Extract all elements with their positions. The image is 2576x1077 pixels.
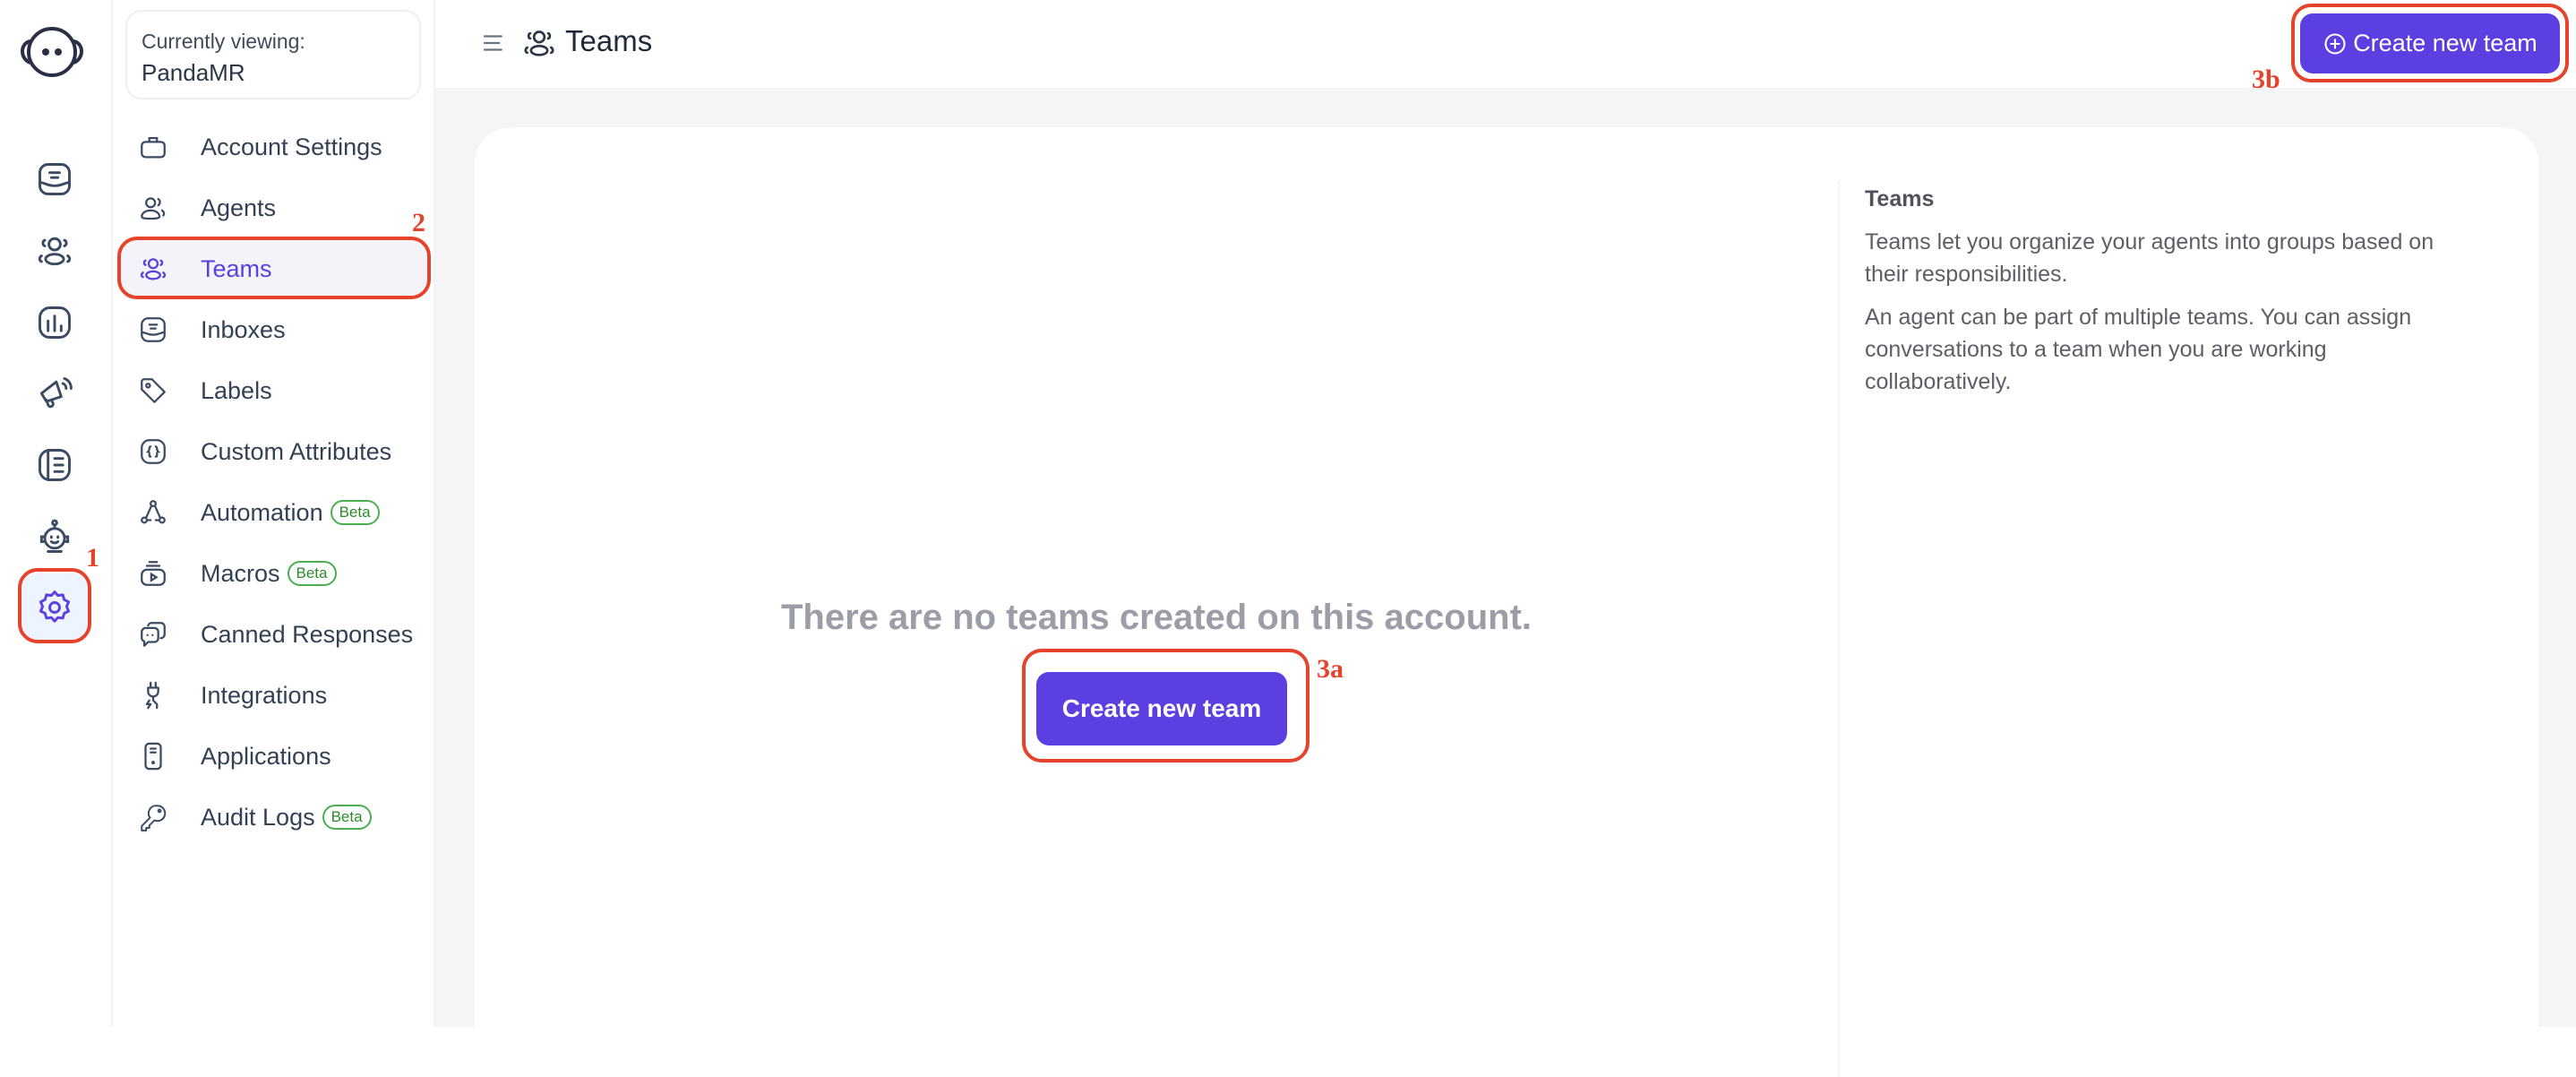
info-paragraph: An agent can be part of multiple teams. …: [1865, 305, 2412, 394]
sidebar-item-label: Integrations: [201, 681, 328, 709]
account-name: PandaMR: [142, 59, 245, 86]
sidebar-item-automation[interactable]: Automation Beta: [118, 482, 426, 543]
sidebar-item-labels[interactable]: Labels: [118, 360, 426, 421]
braces-icon: [141, 439, 166, 464]
primary-icon-rail: [0, 0, 113, 1027]
sidebar-item-account-settings[interactable]: Account Settings: [118, 116, 426, 177]
beta-badge: Beta: [330, 500, 380, 525]
megaphone-icon: [39, 377, 73, 409]
info-paragraph: Teams let you organize your agents into …: [1865, 229, 2434, 287]
sidebar-item-integrations[interactable]: Integrations: [118, 665, 426, 726]
annotation-box-teams: [117, 237, 431, 299]
account-label: Currently viewing:: [142, 30, 305, 53]
inbox-icon: [141, 317, 166, 342]
teams-icon: [524, 30, 554, 56]
sidebar-item-macros[interactable]: Macros Beta: [118, 543, 426, 604]
sidebar-item-applications[interactable]: Applications: [118, 726, 426, 787]
settings-sidebar: Currently viewing: PandaMR Account Setti…: [113, 0, 435, 1027]
tag-icon: [141, 378, 166, 403]
sidebar-item-canned-responses[interactable]: Canned Responses: [118, 604, 426, 665]
sidebar-item-audit-logs[interactable]: Audit Logs Beta: [118, 787, 426, 848]
annotation-label: 1: [86, 543, 99, 573]
automation-icon: [141, 500, 166, 524]
rail-campaigns[interactable]: [33, 372, 76, 415]
annotation-label: 2: [412, 208, 425, 237]
beta-badge: Beta: [287, 561, 337, 586]
page-title: Teams: [565, 24, 653, 57]
empty-state-message: There are no teams created on this accou…: [780, 598, 1533, 637]
rail-help-center[interactable]: [33, 444, 76, 487]
sidebar-item-label: Automation: [201, 498, 323, 526]
sidebar-item-label: Macros: [201, 559, 280, 587]
sidebar-item-label: Custom Attributes: [201, 437, 392, 465]
annotation-label: 3a: [1317, 654, 1344, 684]
logo-icon[interactable]: [16, 25, 88, 79]
info-panel: Teams Teams let you organize your agents…: [1865, 183, 2447, 398]
account-switcher[interactable]: Currently viewing: PandaMR: [125, 10, 421, 99]
annotation-box-top-button: [2291, 4, 2569, 82]
rail-captain[interactable]: [33, 515, 76, 558]
library-icon: [39, 449, 71, 481]
sidebar-item-label: Applications: [201, 742, 331, 770]
sidebar-item-inboxes[interactable]: Inboxes: [118, 299, 426, 360]
sidebar-item-label: Labels: [201, 376, 272, 404]
beta-badge: Beta: [322, 805, 372, 830]
plug-icon: [145, 681, 159, 710]
briefcase-icon: [141, 136, 166, 159]
bot-icon: [39, 519, 70, 553]
agents-icon: [141, 197, 166, 220]
rail-reports[interactable]: [33, 301, 76, 344]
app-icon: [144, 742, 162, 771]
rail-contacts[interactable]: [33, 229, 76, 272]
sidebar-item-label: Account Settings: [201, 133, 382, 160]
rail-conversations[interactable]: [33, 158, 76, 201]
reports-icon: [39, 306, 71, 339]
info-title: Teams: [1865, 186, 1935, 211]
contacts-icon: [38, 237, 72, 266]
sidebar-item-label: Agents: [201, 194, 277, 221]
annotation-box-center-button: [1022, 649, 1309, 763]
annotation-box-settings: [18, 568, 91, 643]
sidebar-item-label: Inboxes: [201, 315, 286, 343]
content-card: There are no teams created on this accou…: [475, 127, 2538, 1077]
settings-nav: Account Settings Agents Teams Inboxes La…: [118, 116, 426, 848]
sidebar-item-label: Audit Logs: [201, 803, 315, 831]
panel-divider: [1838, 181, 1840, 1077]
macros-icon: [141, 561, 166, 586]
main-area: Teams Create new team There are no teams…: [435, 0, 2576, 1077]
inbox-icon: [39, 163, 71, 195]
sidebar-item-agents[interactable]: Agents: [118, 177, 426, 238]
menu-toggle-icon[interactable]: [480, 30, 507, 56]
chat-bubbles-icon: [141, 622, 166, 647]
annotation-label: 3b: [2252, 65, 2280, 94]
key-icon: [141, 805, 167, 831]
sidebar-item-label: Canned Responses: [201, 620, 414, 648]
sidebar-item-custom-attributes[interactable]: Custom Attributes: [118, 421, 426, 482]
